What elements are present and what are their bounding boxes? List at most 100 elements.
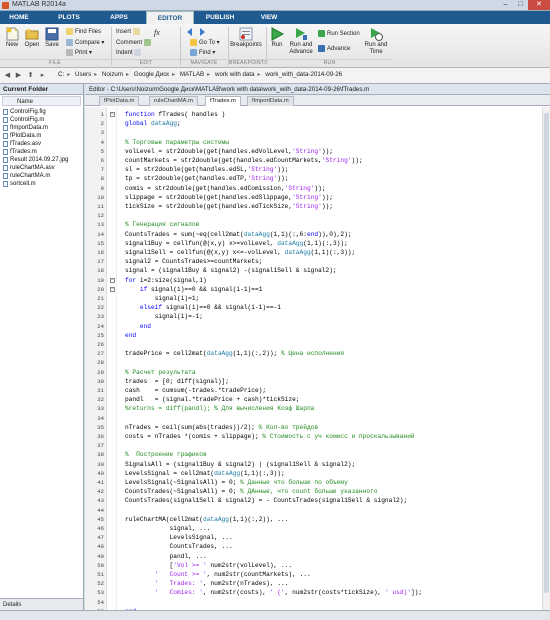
code-line[interactable]: signal1Sell = cellfun(@(x,y) x<=-volLeve… <box>125 249 355 256</box>
run-and-time-button[interactable]: Run and Time <box>364 27 388 56</box>
file-tab[interactable]: fImportData.m <box>247 96 294 106</box>
breadcrumb-item[interactable]: MATLAB <box>180 71 204 78</box>
breadcrumb-item[interactable]: Users <box>75 71 91 78</box>
code-line[interactable]: function fTrades( handles ) <box>125 111 225 118</box>
code-line[interactable]: comis = str2double(get(handles.edComissi… <box>125 185 326 192</box>
code-line[interactable]: costs = nTrades *(comis + slippage); % С… <box>125 433 415 440</box>
advance-button[interactable]: Advance <box>318 45 350 52</box>
code-line[interactable]: sl = str2double(get(handles.edSL,'String… <box>125 166 288 173</box>
code-line[interactable]: LevelsSignal = cell2mat(dataAgg(1,1)(:,3… <box>125 470 285 477</box>
file-tab-active[interactable]: fTrades.m <box>205 96 241 106</box>
code-line[interactable]: ' Comies: ', num2str(costs), ' (', num2s… <box>125 589 422 596</box>
code-line[interactable]: slippage = str2double(get(handles.edSlip… <box>125 194 333 201</box>
up-folder-icon[interactable]: ⬆ <box>26 71 35 80</box>
find-files-button[interactable]: Find Files <box>66 28 101 35</box>
tab-view[interactable]: VIEW <box>252 11 286 24</box>
minimize-icon[interactable]: – <box>498 0 513 10</box>
code-line[interactable]: elseif signal(i)==0 && signal(i-1)==-1 <box>125 304 281 311</box>
code-line[interactable]: CountsTrades, ... <box>125 543 233 550</box>
scrollbar-thumb[interactable] <box>544 113 549 593</box>
code-line[interactable]: % Построение графиков <box>125 451 207 458</box>
code-line[interactable]: if signal(i)==0 && signal(i-1)==1 <box>125 286 263 293</box>
code-line[interactable]: CountsTrades(signal1Sell & signal2) = - … <box>125 497 407 504</box>
code-line[interactable]: ' Count >= ', num2str(countMarkets), ... <box>125 571 311 578</box>
code-line[interactable]: %returns = diff(pandl); % Для вычисления… <box>125 405 314 412</box>
code-line[interactable]: CountsTrades(~SignalsAll) = 0; % ДАнные,… <box>125 488 378 495</box>
insert-button[interactable]: Insert <box>116 28 142 35</box>
code-line[interactable]: ['Vol >= ' num2str(volLevel), ... <box>125 562 293 569</box>
file-tab[interactable]: fPlotData.m <box>99 96 140 106</box>
run-section-button[interactable]: Run Section <box>318 30 360 37</box>
tab-plots[interactable]: PLOTS <box>48 11 90 24</box>
file-tab[interactable]: ruleChartMA.m <box>149 96 198 106</box>
details-panel[interactable]: Details <box>0 598 83 610</box>
breadcrumb-item[interactable]: Noizum <box>102 71 123 78</box>
code-line[interactable]: signal = (signal1Buy & signal2) -(signal… <box>125 267 337 274</box>
breadcrumb-item[interactable]: work with data <box>215 71 255 78</box>
new-button[interactable]: New <box>3 27 21 48</box>
file-item[interactable]: fPlotData.m <box>3 132 83 140</box>
code-line[interactable]: signal, ... <box>125 525 211 532</box>
close-icon[interactable]: ✕ <box>528 0 550 10</box>
nav-arrows[interactable] <box>186 28 206 38</box>
file-item[interactable]: fImportData.m <box>3 124 83 132</box>
tab-publish[interactable]: PUBLISH <box>196 11 244 24</box>
code-line[interactable]: SignalsAll = (signal1Buy & signal2) | (s… <box>125 461 355 468</box>
code-line[interactable]: tickSize = str2double(get(handles.edTick… <box>125 203 333 210</box>
fold-toggle-icon[interactable]: − <box>110 112 115 117</box>
fold-toggle-icon[interactable]: − <box>110 277 115 283</box>
code-line[interactable]: trades = [0; diff(signal)]; <box>125 378 229 385</box>
breadcrumb-item[interactable]: Google Диск <box>134 71 169 78</box>
maximize-icon[interactable]: □ <box>513 0 528 10</box>
code-line[interactable]: end <box>125 323 151 330</box>
code-line[interactable]: volLevel = str2double(get(handles.edVolL… <box>125 148 333 155</box>
code-line[interactable]: signal(i)=1; <box>125 295 200 302</box>
breadcrumb[interactable]: C: ▸ Users ▸ Noizum ▸ Google Диск ▸ MATLAB ▸ … <box>58 71 342 78</box>
code-line[interactable]: end <box>125 332 136 339</box>
code-area[interactable]: 1 2 3 4 5 6 7 8 9 10 11 12 13 14 15 16 17 18 19 20 21 22 23 24 2… <box>85 107 550 620</box>
vertical-scrollbar[interactable] <box>542 107 550 620</box>
run-button[interactable]: Run <box>268 27 286 48</box>
code-line[interactable]: countMarkets = str2double(get(handles.ed… <box>125 157 363 164</box>
compare-button[interactable]: Compare ▾ <box>66 39 104 46</box>
code-line[interactable]: signal1Buy = cellfun(@(x,y) x>=volLevel,… <box>125 240 348 247</box>
code-line[interactable]: tp = str2double(get(handles.edTP,'String… <box>125 175 288 182</box>
code-line[interactable]: tradePrice = cell2mat(dataAgg(1,1)(:,2))… <box>125 350 344 357</box>
fold-toggle-icon[interactable]: − <box>110 286 115 292</box>
code-line[interactable]: % Генерация сигналов <box>125 221 199 228</box>
code-line[interactable]: global dataAgg; <box>125 120 181 127</box>
file-item[interactable]: ruleChartMA.asv <box>3 164 83 172</box>
back-icon[interactable]: ◀ <box>3 71 12 80</box>
code-line[interactable]: signal2 = CountsTrades>=countMarkets; <box>125 258 262 265</box>
code-line[interactable]: pandl, ... <box>125 553 207 560</box>
breadcrumb-item[interactable]: work_with_data-2014-09-26 <box>265 71 342 78</box>
name-column-header[interactable]: Name <box>2 96 81 106</box>
code-line[interactable]: cash = cumsum(-trades.*tradePrice); <box>125 387 266 394</box>
code-line[interactable]: pandl = (signal.*tradePrice + cash)*tick… <box>125 396 300 403</box>
file-item[interactable]: ruleChartMA.m <box>3 172 83 180</box>
code-line[interactable]: CountsTrades = sum(~eq(cell2mat(dataAgg(… <box>125 231 352 238</box>
tab-apps[interactable]: APPS <box>100 11 138 24</box>
code-line[interactable]: LevelsSignal, ... <box>125 534 233 541</box>
code-line[interactable]: % Торговые параметры системы <box>125 139 229 146</box>
file-item[interactable]: sortcell.m <box>3 180 83 188</box>
browse-folder-icon[interactable]: ▸ <box>38 71 47 80</box>
code-line[interactable]: nTrades = ceil(sum(abs(trades))/2); % Ко… <box>125 424 318 431</box>
file-item[interactable]: Result 2014.09.27.jpg <box>3 156 83 164</box>
file-item[interactable]: fTrades.m <box>3 148 83 156</box>
breakpoints-button[interactable]: Breakpoints <box>229 27 263 48</box>
run-and-advance-button[interactable]: Run and Advance <box>288 27 314 56</box>
file-item[interactable]: ControlFig.m <box>3 116 83 124</box>
file-item[interactable]: ControlFig.fig <box>3 108 83 116</box>
breadcrumb-item[interactable]: C: <box>58 71 64 78</box>
open-button[interactable]: Open <box>23 27 41 48</box>
save-button[interactable]: Save <box>43 27 61 48</box>
code-line[interactable]: % Расчет результата <box>125 369 196 376</box>
indent-button[interactable]: Indent <box>116 49 143 56</box>
code-line[interactable]: for i=2:size(signal,1) <box>125 277 207 284</box>
tab-editor[interactable]: EDITOR <box>146 11 194 24</box>
go-to-button[interactable]: Go To ▾ <box>190 39 220 46</box>
file-item[interactable]: fTrades.asv <box>3 140 83 148</box>
find-button[interactable]: Find ▾ <box>190 49 215 56</box>
tab-home[interactable]: HOME <box>2 11 36 24</box>
